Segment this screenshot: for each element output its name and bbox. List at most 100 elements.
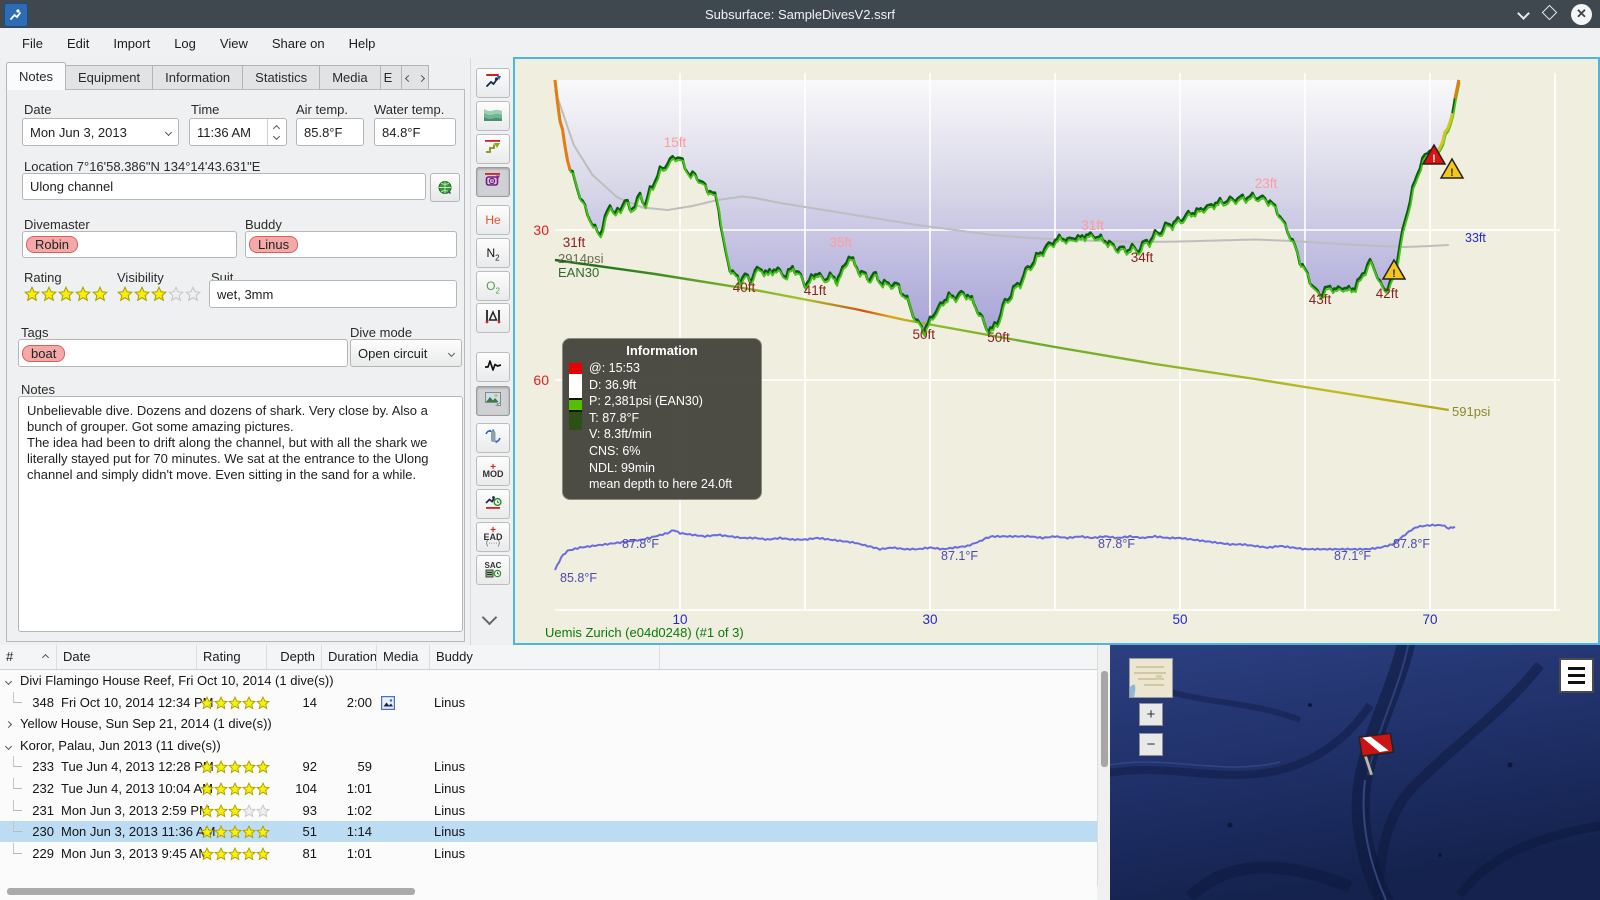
- time-spin-buttons[interactable]: [267, 119, 281, 145]
- photos-button[interactable]: [476, 386, 510, 416]
- divemaster-input[interactable]: Robin: [22, 231, 237, 258]
- menu-item-import[interactable]: Import: [103, 32, 160, 55]
- column-header-rating[interactable]: Rating: [197, 645, 267, 669]
- dive-row-348[interactable]: 348 Fri Oct 10, 2014 12:34 PM 14 2:00 Linus: [0, 691, 1097, 713]
- visibility-stars[interactable]: [117, 286, 201, 302]
- air-temp-label: Air temp.: [296, 102, 349, 117]
- dive-row-232[interactable]: 232 Tue Jun 4, 2013 10:04 AM 104 1:01 Linus: [0, 778, 1097, 799]
- trip-row[interactable]: Yellow House, Sun Sep 21, 2014 (1 dive(s…: [0, 713, 1097, 734]
- sac-button[interactable]: SAC: [476, 555, 510, 585]
- dive-list-vertical-scrollbar[interactable]: [1097, 645, 1111, 886]
- tab-scroll-left-icon[interactable]: [404, 74, 412, 82]
- phe-graph-button[interactable]: He: [476, 205, 510, 235]
- setpoint-events-button[interactable]: [476, 167, 510, 197]
- close-icon[interactable]: ✕: [1571, 3, 1592, 25]
- tab-notes[interactable]: Notes: [6, 62, 66, 90]
- dive-buddy: Linus: [434, 694, 466, 710]
- scrollbar-thumb[interactable]: [1101, 671, 1108, 767]
- buddy-tag[interactable]: Linus: [249, 236, 299, 253]
- menu-item-view[interactable]: View: [210, 32, 258, 55]
- trip-row[interactable]: Koror, Palau, Jun 2013 (11 dive(s)): [0, 735, 1097, 756]
- globe-icon: [438, 180, 452, 194]
- tab-information[interactable]: Information: [152, 65, 244, 90]
- ceiling-3m-button[interactable]: [476, 134, 510, 164]
- dive-mode-select[interactable]: Open circuit: [350, 339, 462, 367]
- steps-icon: [484, 139, 502, 160]
- tag-boat[interactable]: boat: [22, 344, 66, 362]
- collapse-icon[interactable]: [4, 670, 13, 690]
- svg-text:33ft: 33ft: [1465, 231, 1486, 245]
- toolbar-scroll-down-button[interactable]: [481, 609, 498, 628]
- gas-change-button[interactable]: [476, 423, 510, 453]
- svg-text:31ft: 31ft: [1081, 218, 1104, 233]
- menu-item-log[interactable]: Log: [164, 32, 206, 55]
- map-zoom-in-button[interactable]: +: [1139, 703, 1163, 726]
- dive-row-231[interactable]: 231 Mon Jun 3, 2013 2:59 PM 93 1:02 Linus: [0, 799, 1097, 821]
- map-canvas[interactable]: [1110, 645, 1600, 900]
- air-temp-field[interactable]: 85.8°F: [296, 118, 364, 146]
- suit-input[interactable]: wet, 3mm: [209, 280, 457, 308]
- dc-ceiling-button[interactable]: [476, 68, 510, 98]
- notes-textarea[interactable]: Unbelievable dive. Dozens and dozens of …: [18, 396, 463, 632]
- heart-rate-button[interactable]: [476, 352, 510, 382]
- tab-equipment[interactable]: Equipment: [64, 65, 154, 90]
- buddy-input[interactable]: Linus: [245, 231, 457, 258]
- tags-input[interactable]: boat: [18, 339, 348, 367]
- mod-icon: + MOD: [482, 461, 504, 479]
- column-header-duration[interactable]: Duration: [322, 645, 377, 669]
- map-menu-button[interactable]: [1559, 658, 1594, 693]
- column-header-depth[interactable]: Depth: [267, 645, 322, 669]
- infobox-line: V: 8.3ft/min: [589, 427, 652, 442]
- date-select[interactable]: Mon Jun 3, 2013: [22, 118, 179, 146]
- minimize-icon[interactable]: [1517, 5, 1530, 23]
- column-header-media[interactable]: Media: [377, 645, 430, 669]
- svg-text:31ft: 31ft: [563, 235, 586, 250]
- dc-runtime-button[interactable]: [476, 489, 510, 519]
- dive-list-horizontal-scrollbar[interactable]: [0, 884, 1097, 900]
- n2-icon: N2: [486, 245, 500, 263]
- map-zoom-out-button[interactable]: −: [1139, 733, 1163, 756]
- time-value: 11:36 AM: [197, 124, 251, 140]
- maximize-icon[interactable]: [1541, 4, 1558, 23]
- menu-item-edit[interactable]: Edit: [57, 32, 99, 55]
- time-stepper[interactable]: 11:36 AM: [189, 118, 287, 146]
- notes-panel: Notes Equipment Information Statistics Media…: [0, 58, 470, 645]
- mod-button[interactable]: + MOD: [476, 456, 510, 486]
- divemaster-tag[interactable]: Robin: [26, 236, 78, 253]
- dive-duration: 1:02: [346, 802, 372, 818]
- tab-statistics[interactable]: Statistics: [242, 65, 321, 90]
- menu-item-file[interactable]: File: [12, 32, 53, 55]
- infobox-title: Information: [626, 343, 698, 358]
- pn2-graph-button[interactable]: N2: [476, 238, 510, 268]
- po2-graph-button[interactable]: O2: [476, 271, 510, 301]
- water-temp-field[interactable]: 84.8°F: [374, 118, 456, 146]
- column-header-num[interactable]: #: [0, 645, 57, 669]
- infobox-line: P: 2,381psi (EAN30): [589, 394, 703, 409]
- diverclock-icon: [484, 494, 502, 515]
- tab-media[interactable]: Media: [319, 65, 381, 90]
- minimap-toggle[interactable]: [1129, 658, 1173, 698]
- dive-date: Tue Jun 4, 2013 12:28 PM: [61, 759, 214, 775]
- location-input[interactable]: Ulong channel: [22, 173, 426, 200]
- scrollbar-thumb[interactable]: [7, 888, 415, 895]
- tissues-button[interactable]: [476, 303, 510, 333]
- dive-site-map[interactable]: + −: [1110, 645, 1600, 900]
- rating-stars[interactable]: [24, 286, 108, 302]
- tab-e[interactable]: E: [379, 65, 402, 90]
- dive-row-230[interactable]: 230 Mon Jun 3, 2013 11:36 AM 51 1:14 Linus: [0, 821, 1097, 843]
- map-location-button[interactable]: [430, 173, 460, 202]
- infobox-line: mean depth to here 24.0ft: [589, 477, 733, 492]
- tab-scroll-right-icon[interactable]: [417, 74, 425, 82]
- calculated-ceiling-button[interactable]: [476, 101, 510, 131]
- column-header-date[interactable]: Date: [57, 645, 197, 669]
- column-header-buddy[interactable]: Buddy: [430, 645, 660, 669]
- trip-row[interactable]: Divi Flamingo House Reef, Fri Oct 10, 20…: [0, 670, 1097, 691]
- expand-icon[interactable]: [4, 712, 13, 733]
- ead-button[interactable]: + EAD (····): [476, 522, 510, 552]
- dive-row-229[interactable]: 229 Mon Jun 3, 2013 9:45 AM 81 1:01 Linus: [0, 842, 1097, 864]
- menu-bar: File Edit Import Log View Share on Help: [0, 28, 1600, 58]
- menu-item-help[interactable]: Help: [339, 32, 386, 55]
- collapse-icon[interactable]: [4, 734, 13, 755]
- dive-row-233[interactable]: 233 Tue Jun 4, 2013 12:28 PM 92 59 Linus: [0, 756, 1097, 777]
- menu-item-share-on[interactable]: Share on: [262, 32, 335, 55]
